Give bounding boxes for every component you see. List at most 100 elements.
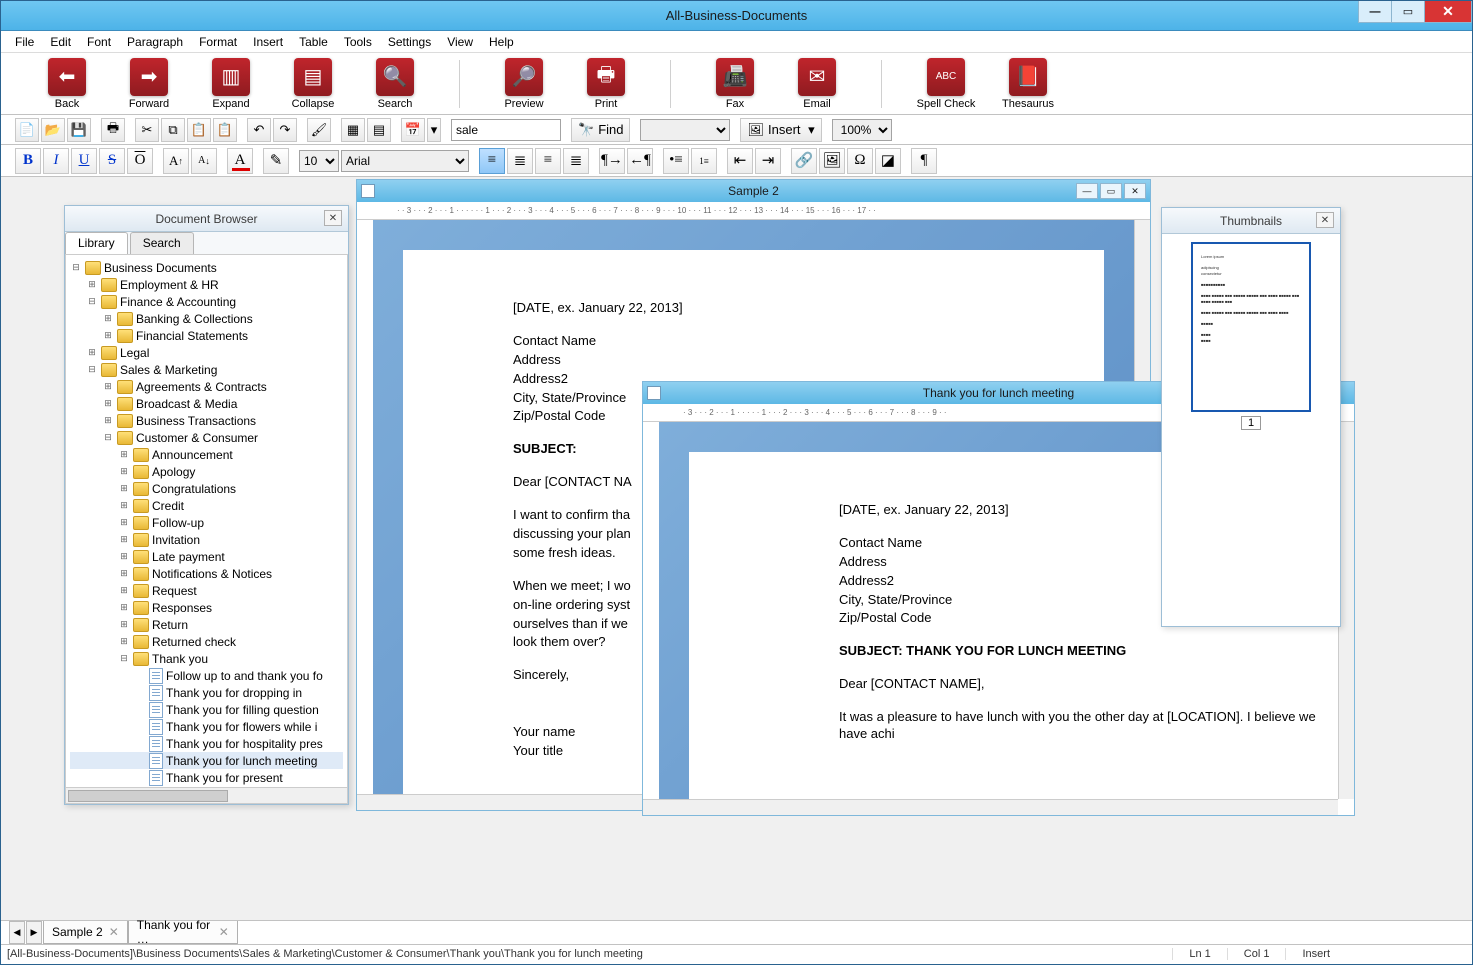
show-paragraph-button[interactable]: ¶ bbox=[911, 148, 937, 174]
tree-node[interactable]: ⊞Legal bbox=[70, 344, 343, 361]
forward-button[interactable]: ➡Forward bbox=[123, 58, 175, 110]
bullets-button[interactable]: •≡ bbox=[663, 148, 689, 174]
align-left-button[interactable]: ≡ bbox=[479, 148, 505, 174]
tree-horizontal-scrollbar[interactable] bbox=[65, 788, 348, 804]
undo-button[interactable]: ↶ bbox=[247, 118, 271, 142]
doc-minimize-button[interactable]: — bbox=[1076, 183, 1098, 199]
format-painter-button[interactable]: 🖌 bbox=[307, 118, 331, 142]
tab-scroll-left[interactable]: ◀ bbox=[9, 921, 25, 944]
tab-close-icon[interactable]: ✕ bbox=[219, 925, 229, 939]
redo-button[interactable]: ↷ bbox=[273, 118, 297, 142]
menu-paragraph[interactable]: Paragraph bbox=[119, 33, 191, 51]
tree-leaf[interactable]: Thank you for present bbox=[70, 769, 343, 786]
insert-table-button[interactable]: ▦ bbox=[341, 118, 365, 142]
tree-node[interactable]: ⊞Congratulations bbox=[70, 480, 343, 497]
horizontal-scrollbar[interactable] bbox=[643, 799, 1338, 815]
zoom-combo[interactable]: 100% bbox=[832, 119, 892, 141]
overline-button[interactable]: O bbox=[127, 148, 153, 174]
align-justify-button[interactable]: ≣ bbox=[563, 148, 589, 174]
insert-symbol-button[interactable]: Ω bbox=[847, 148, 873, 174]
tree-node[interactable]: ⊞Business Transactions bbox=[70, 412, 343, 429]
tree-node[interactable]: ⊟Finance & Accounting bbox=[70, 293, 343, 310]
menu-view[interactable]: View bbox=[439, 33, 481, 51]
document-tab[interactable]: Sample 2✕ bbox=[43, 921, 128, 944]
tree-node[interactable]: ⊟Thank you bbox=[70, 650, 343, 667]
insert-image-button[interactable]: 🖼 bbox=[819, 148, 845, 174]
search-button[interactable]: 🔍Search bbox=[369, 58, 421, 110]
back-button[interactable]: ⬅Back bbox=[41, 58, 93, 110]
open-button[interactable]: 📂 bbox=[41, 118, 65, 142]
spell-check-button[interactable]: ABCSpell Check bbox=[920, 58, 972, 110]
strikeout-button[interactable]: S bbox=[99, 148, 125, 174]
font-shrink-button[interactable]: A↓ bbox=[191, 148, 217, 174]
find-button[interactable]: 🔭Find bbox=[571, 118, 630, 142]
menu-format[interactable]: Format bbox=[191, 33, 245, 51]
insert-split-button[interactable]: 🖼Insert ▾ bbox=[740, 118, 821, 142]
menu-edit[interactable]: Edit bbox=[42, 33, 79, 51]
cut-button[interactable]: ✂ bbox=[135, 118, 159, 142]
collapse-button[interactable]: ▤Collapse bbox=[287, 58, 339, 110]
tree-node[interactable]: ⊟Customer & Consumer bbox=[70, 429, 343, 446]
horizontal-ruler[interactable]: · · 3 · · · 2 · · · 1 · · · · · · 1 · · … bbox=[357, 202, 1150, 220]
document-tab[interactable]: Thank you for …✕ bbox=[128, 921, 238, 944]
print-small-button[interactable]: 🖶 bbox=[101, 118, 125, 142]
menu-table[interactable]: Table bbox=[291, 33, 336, 51]
italic-button[interactable]: I bbox=[43, 148, 69, 174]
indent-button[interactable]: ⇥ bbox=[755, 148, 781, 174]
tree-node[interactable]: ⊞Banking & Collections bbox=[70, 310, 343, 327]
rtl-button[interactable]: ←¶ bbox=[627, 148, 653, 174]
menu-font[interactable]: Font bbox=[79, 33, 119, 51]
font-grow-button[interactable]: A↑ bbox=[163, 148, 189, 174]
tree-leaf[interactable]: Thank you for hospitality pres bbox=[70, 735, 343, 752]
new-button[interactable]: 📄 bbox=[15, 118, 39, 142]
expand-button[interactable]: ▥Expand bbox=[205, 58, 257, 110]
doc-maximize-button[interactable]: ▭ bbox=[1100, 183, 1122, 199]
tree-leaf[interactable]: Thank you for dropping in bbox=[70, 684, 343, 701]
search-input[interactable] bbox=[451, 119, 561, 141]
template-tree[interactable]: ⊟Business Documents ⊞Employment & HR ⊟Fi… bbox=[65, 254, 348, 788]
tree-node[interactable]: ⊞Broadcast & Media bbox=[70, 395, 343, 412]
numbering-button[interactable]: 1≡ bbox=[691, 148, 717, 174]
window-minimize-button[interactable] bbox=[1358, 1, 1392, 23]
menu-insert[interactable]: Insert bbox=[245, 33, 291, 51]
tree-node[interactable]: ⊞Notifications & Notices bbox=[70, 565, 343, 582]
font-name-combo[interactable]: Arial bbox=[341, 150, 469, 172]
thumbnail-page-number[interactable]: 1 bbox=[1241, 416, 1261, 430]
save-button[interactable]: 💾 bbox=[67, 118, 91, 142]
align-right-button[interactable]: ≡ bbox=[535, 148, 561, 174]
highlight-button[interactable]: ✎ bbox=[263, 148, 289, 174]
menu-help[interactable]: Help bbox=[481, 33, 522, 51]
tree-node[interactable]: ⊞Apology bbox=[70, 463, 343, 480]
fax-button[interactable]: 📠Fax bbox=[709, 58, 761, 110]
tree-node[interactable]: ⊞Employment & HR bbox=[70, 276, 343, 293]
bold-button[interactable]: B bbox=[15, 148, 41, 174]
panel-close-button[interactable]: ✕ bbox=[1316, 212, 1334, 228]
tree-node[interactable]: ⊞Credit bbox=[70, 497, 343, 514]
tree-node[interactable]: ⊞Request bbox=[70, 582, 343, 599]
panel-close-button[interactable]: ✕ bbox=[324, 210, 342, 226]
tree-node[interactable]: ⊟Sales & Marketing bbox=[70, 361, 343, 378]
menu-settings[interactable]: Settings bbox=[380, 33, 439, 51]
font-color-button[interactable]: A bbox=[227, 148, 253, 174]
tree-node[interactable]: ⊟Business Documents bbox=[70, 259, 343, 276]
tree-leaf[interactable]: Follow up to and thank you fo bbox=[70, 667, 343, 684]
thumbnails-panel[interactable]: Thumbnails ✕ Lorem ipsumadipiscingconsec… bbox=[1161, 207, 1341, 627]
tree-node[interactable]: ⊞Invitation bbox=[70, 531, 343, 548]
outdent-button[interactable]: ⇤ bbox=[727, 148, 753, 174]
ltr-button[interactable]: ¶→ bbox=[599, 148, 625, 174]
tree-node[interactable]: ⊞Follow-up bbox=[70, 514, 343, 531]
doc-close-button[interactable]: ✕ bbox=[1124, 183, 1146, 199]
tree-node[interactable]: ⊞Announcement bbox=[70, 446, 343, 463]
tab-library[interactable]: Library bbox=[65, 232, 128, 254]
tab-close-icon[interactable]: ✕ bbox=[109, 925, 119, 939]
font-size-combo[interactable]: 10 bbox=[299, 150, 339, 172]
menu-tools[interactable]: Tools bbox=[336, 33, 380, 51]
template-combo[interactable] bbox=[640, 119, 730, 141]
hyperlink-button[interactable]: 🔗 bbox=[791, 148, 817, 174]
page-thumbnail[interactable]: Lorem ipsumadipiscingconsectetur■■■■■■■■… bbox=[1191, 242, 1311, 412]
window-maximize-button[interactable] bbox=[1391, 1, 1425, 23]
tree-node[interactable]: ⊞Agreements & Contracts bbox=[70, 378, 343, 395]
tree-leaf[interactable]: Thank you for flowers while i bbox=[70, 718, 343, 735]
tree-node[interactable]: ⊞Returned check bbox=[70, 633, 343, 650]
date-dropdown-button[interactable]: ▾ bbox=[427, 118, 441, 142]
